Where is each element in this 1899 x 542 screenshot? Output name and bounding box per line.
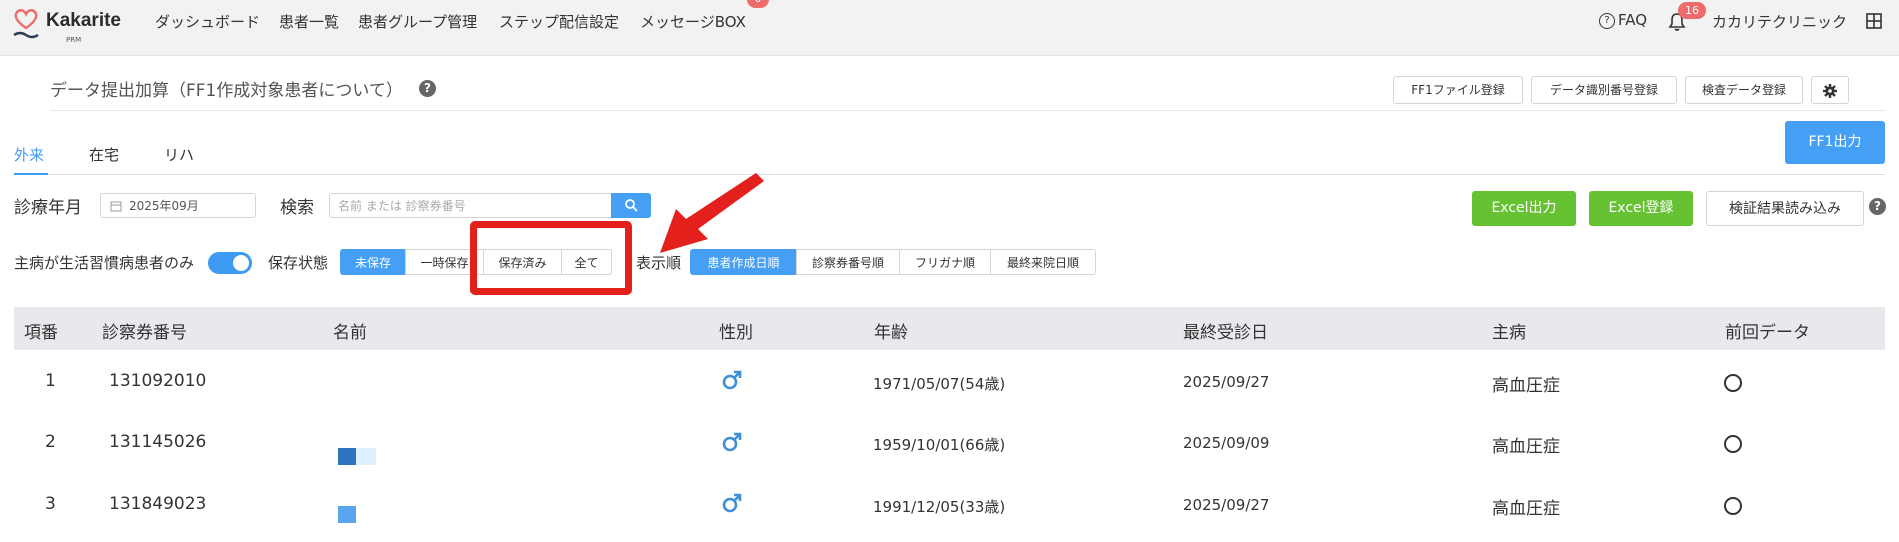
lifestyle-toggle[interactable]	[208, 252, 252, 274]
th-name: 名前	[333, 323, 367, 343]
row-last-visit: 2025/09/27	[1183, 496, 1270, 514]
gear-icon	[1823, 83, 1837, 98]
th-card-number: 診察券番号	[102, 323, 187, 343]
male-icon	[722, 370, 742, 390]
nav-dashboard[interactable]: ダッシュボード	[155, 11, 260, 32]
search-label: 検索	[280, 198, 314, 218]
row-card-number[interactable]: 131092010	[109, 371, 206, 391]
th-gender: 性別	[719, 323, 753, 343]
tab-outpatient[interactable]: 外来	[14, 144, 44, 165]
date-label: 診療年月	[14, 198, 82, 218]
month-picker[interactable]: 2025年09月	[100, 193, 256, 218]
row-last-visit: 2025/09/09	[1183, 434, 1270, 452]
row-card-number[interactable]: 131145026	[109, 432, 206, 452]
order-last-visit[interactable]: 最終来院日順	[990, 249, 1096, 275]
order-card-number[interactable]: 診察券番号順	[796, 249, 900, 275]
row-number: 3	[45, 494, 56, 514]
calendar-icon	[110, 201, 122, 212]
search-input[interactable]: 名前 または 診察券番号	[329, 193, 612, 218]
th-disease: 主病	[1492, 323, 1526, 343]
nav-message-box[interactable]: メッセージBOX	[640, 11, 746, 32]
clinic-name[interactable]: カカリテクリニック	[1712, 11, 1847, 32]
th-age: 年齢	[874, 323, 908, 343]
tab-home-care[interactable]: 在宅	[89, 144, 119, 165]
help-icon[interactable]: ?	[419, 80, 436, 97]
exam-data-register-button[interactable]: 検査データ登録	[1685, 76, 1803, 104]
app-grid-icon[interactable]	[1866, 13, 1882, 29]
verify-help-icon[interactable]: ?	[1869, 198, 1886, 215]
th-previous-data: 前回データ	[1725, 323, 1810, 343]
lifestyle-label: 主病が生活習慣病患者のみ	[14, 254, 195, 272]
row-number: 1	[45, 371, 56, 391]
row-disease: 高血圧症	[1492, 376, 1560, 396]
verify-load-button[interactable]: 検証結果読み込み	[1706, 191, 1864, 226]
annotation-arrow-icon	[660, 173, 764, 253]
nav-step-delivery[interactable]: ステップ配信設定	[499, 11, 619, 32]
page-title: データ提出加算（FF1作成対象患者について）	[50, 81, 403, 101]
row-card-number[interactable]: 131849023	[109, 494, 206, 514]
row-last-visit: 2025/09/27	[1183, 373, 1270, 391]
row-age: 1971/05/07(54歳)	[873, 375, 1006, 393]
search-placeholder: 名前 または 診察券番号	[338, 199, 466, 213]
save-state-unsaved[interactable]: 未保存	[340, 249, 406, 275]
brand-sub: PRM	[66, 36, 82, 44]
circle-icon	[1724, 374, 1742, 392]
nav-patient-groups[interactable]: 患者グループ管理	[358, 11, 477, 32]
th-last-visit: 最終受診日	[1183, 323, 1268, 343]
row-age: 1959/10/01(66歳)	[873, 436, 1006, 454]
faq-label: FAQ	[1618, 11, 1648, 29]
ff1-file-register-button[interactable]: FF1ファイル登録	[1393, 76, 1523, 104]
male-icon	[722, 493, 742, 513]
data-id-register-button[interactable]: データ識別番号登録	[1531, 76, 1677, 104]
excel-import-button[interactable]: Excel登録	[1589, 191, 1693, 226]
name-redacted	[338, 506, 356, 523]
brand-name: Kakarite	[46, 10, 121, 31]
tab-active-indicator	[14, 173, 48, 175]
question-circle-icon: ?	[1599, 12, 1615, 29]
row-age: 1991/12/05(33歳)	[873, 498, 1006, 516]
brand-logo[interactable]: Kakarite PRM	[12, 6, 132, 46]
heart-logo-icon	[13, 9, 39, 39]
circle-icon	[1724, 435, 1742, 453]
annotation-highlight-box	[470, 221, 632, 295]
male-icon	[722, 432, 742, 452]
row-disease: 高血圧症	[1492, 437, 1560, 457]
row-disease: 高血圧症	[1492, 499, 1560, 519]
month-value: 2025年09月	[129, 199, 199, 213]
faq-link[interactable]: ? FAQ	[1599, 11, 1647, 29]
name-redacted	[338, 448, 356, 465]
th-number: 項番	[24, 323, 58, 343]
name-redacted	[356, 448, 376, 465]
circle-icon	[1724, 497, 1742, 515]
table-header	[14, 307, 1885, 350]
notification-badge: 16	[1678, 2, 1706, 19]
search-icon	[625, 199, 638, 212]
ff1-output-button[interactable]: FF1出力	[1785, 121, 1885, 164]
row-number: 2	[45, 432, 56, 452]
nav-patients[interactable]: 患者一覧	[279, 11, 339, 32]
order-furigana[interactable]: フリガナ順	[899, 249, 991, 275]
settings-button[interactable]	[1811, 76, 1849, 104]
tabs-underline	[14, 174, 1885, 175]
save-state-label: 保存状態	[268, 254, 329, 272]
toggle-knob	[233, 255, 249, 271]
tab-rehab[interactable]: リハ	[164, 144, 194, 165]
header-divider	[50, 110, 1885, 111]
excel-export-button[interactable]: Excel出力	[1472, 191, 1576, 226]
